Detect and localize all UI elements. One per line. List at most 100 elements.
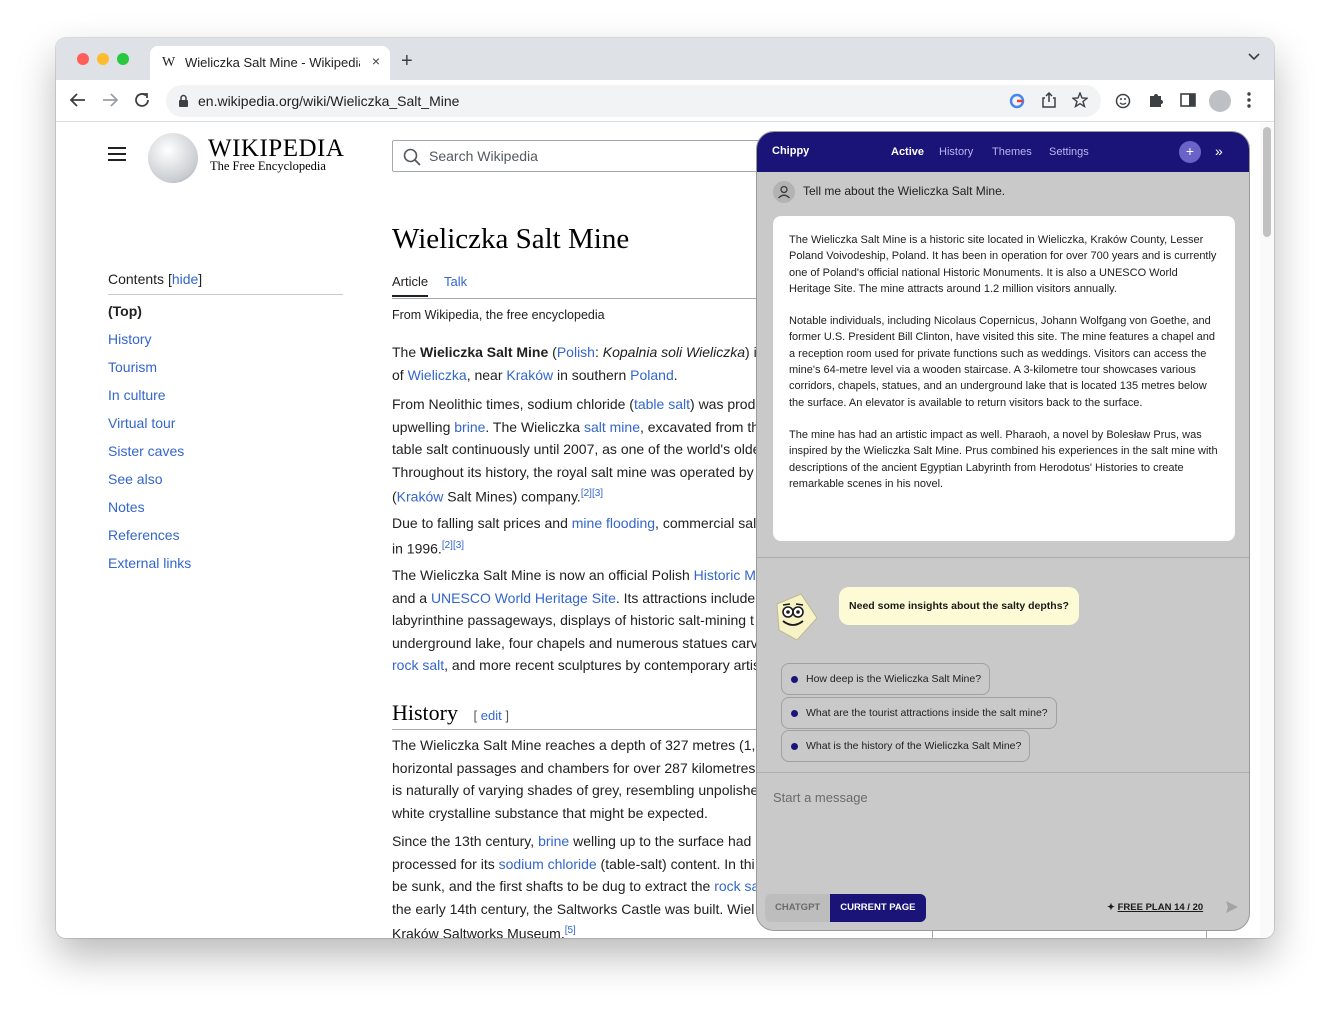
text: the early 14th century, the Saltworks Ca…: [392, 900, 755, 917]
toc-item-notes[interactable]: Notes: [108, 499, 343, 515]
user-avatar-icon: [773, 181, 795, 203]
toc-item-tourism[interactable]: Tourism: [108, 359, 343, 375]
table-salt-link[interactable]: table salt: [634, 396, 690, 412]
assistant-answer-card: The Wieliczka Salt Mine is a historic si…: [773, 216, 1235, 541]
share-icon[interactable]: [1042, 92, 1056, 108]
new-chat-plus-icon[interactable]: +: [1179, 141, 1201, 163]
address-bar[interactable]: en.wikipedia.org/wiki/Wieliczka_Salt_Min…: [166, 85, 1101, 117]
send-icon[interactable]: [1225, 900, 1239, 914]
polish-name: Kopalnia soli Wieliczka: [602, 344, 746, 360]
tab-strip: W Wieliczka Salt Mine - Wikipedia × +: [56, 38, 1274, 80]
text: , excavated from th: [639, 418, 760, 435]
wiki-search-input[interactable]: Search Wikipedia: [392, 140, 772, 172]
toc-label: Contents: [108, 271, 165, 287]
extensions-puzzle-icon[interactable]: [1147, 91, 1165, 109]
text: . Its attractions include: [615, 589, 756, 606]
toc-item-see-also[interactable]: See also: [108, 471, 343, 487]
browser-tab[interactable]: W Wieliczka Salt Mine - Wikipedia ×: [150, 46, 390, 80]
new-tab-icon[interactable]: +: [401, 50, 413, 73]
tab-themes[interactable]: Themes: [992, 146, 1032, 158]
scrollbar-thumb[interactable]: [1263, 127, 1271, 237]
close-window-button[interactable]: [77, 53, 89, 65]
text: (table-salt) content. In thi: [596, 855, 755, 872]
intro-paragraph-3: Due to falling salt prices and mine floo…: [392, 512, 772, 560]
unesco-link[interactable]: UNESCO World Heritage Site: [431, 590, 616, 606]
profile-avatar[interactable]: [1209, 90, 1231, 112]
rock-salt-link[interactable]: rock sa: [714, 878, 759, 894]
toc-hide-link[interactable]: hide: [172, 271, 198, 287]
collapse-panel-icon[interactable]: »: [1215, 143, 1223, 159]
side-panel-icon[interactable]: [1179, 91, 1197, 109]
polish-link[interactable]: Polish: [557, 344, 595, 360]
toc-item-top[interactable]: (Top): [108, 303, 343, 319]
tab-article[interactable]: Article: [392, 274, 429, 297]
intro-paragraph-1: The Wieliczka Salt Mine (Polish: Kopalni…: [392, 341, 772, 386]
message-input[interactable]: Start a message: [773, 790, 868, 805]
intro-paragraph-2: From Neolithic times, sodium chloride (t…: [392, 393, 772, 508]
rock-salt-link[interactable]: rock salt: [392, 657, 444, 673]
toc-item-history[interactable]: History: [108, 331, 343, 347]
tab-active[interactable]: Active: [891, 146, 924, 158]
google-icon[interactable]: [1009, 93, 1025, 109]
historic-monument-link[interactable]: Historic M: [694, 567, 756, 583]
reload-icon[interactable]: [133, 91, 151, 109]
edit-link[interactable]: edit: [481, 708, 502, 723]
toc-item-external-links[interactable]: External links: [108, 555, 343, 571]
citation-ref[interactable]: [5]: [565, 925, 576, 936]
mode-chatgpt-button[interactable]: CHATGPT: [765, 894, 831, 922]
edit-section: [ edit ]: [473, 708, 509, 723]
text: and a: [392, 589, 431, 606]
toc-item-virtual-tour[interactable]: Virtual tour: [108, 415, 343, 431]
krakow-link[interactable]: Kraków: [397, 489, 444, 505]
salt-mine-link[interactable]: salt mine: [584, 419, 640, 435]
lock-icon[interactable]: [178, 94, 189, 108]
text: (: [548, 344, 557, 360]
chippy-extension-icon[interactable]: [1114, 91, 1132, 109]
text: welling up to the surface had: [569, 833, 752, 849]
citation-ref[interactable]: [2][3]: [442, 540, 464, 551]
wieliczka-link[interactable]: Wieliczka: [408, 367, 467, 383]
toc-item-references[interactable]: References: [108, 527, 343, 543]
suggestion-chip-attractions[interactable]: What are the tourist attractions inside …: [781, 697, 1057, 729]
suggestion-chip-depth[interactable]: How deep is the Wieliczka Salt Mine?: [781, 663, 991, 695]
text: . The Wieliczka: [485, 418, 584, 435]
tab-talk[interactable]: Talk: [444, 274, 467, 289]
tab-search-chevron-icon[interactable]: [1248, 53, 1260, 61]
answer-paragraph: The Wieliczka Salt Mine is a historic si…: [789, 234, 1217, 295]
close-tab-icon[interactable]: ×: [372, 53, 380, 69]
back-arrow-icon[interactable]: [69, 91, 87, 109]
zoom-window-button[interactable]: [117, 53, 129, 65]
forward-arrow-icon[interactable]: [101, 91, 119, 109]
chippy-mascot-icon: [776, 593, 818, 641]
citation-ref[interactable]: [2][3]: [581, 488, 603, 499]
free-plan-link[interactable]: ✦ FREE PLAN 14 / 20: [1107, 902, 1203, 913]
browser-toolbar: en.wikipedia.org/wiki/Wieliczka_Salt_Min…: [56, 80, 1274, 122]
text: ) was prod: [690, 396, 756, 412]
mine-flooding-link[interactable]: mine flooding: [572, 515, 655, 531]
text: underground lake, four chapels and numer…: [392, 634, 758, 651]
tab-settings[interactable]: Settings: [1049, 146, 1089, 158]
tab-history[interactable]: History: [939, 146, 973, 158]
chippy-brand: Chippy: [772, 145, 810, 157]
text: white crystalline substance that might b…: [392, 804, 708, 821]
krakow-link[interactable]: Kraków: [506, 367, 553, 383]
chippy-header: Chippy Active History Themes Settings + …: [757, 132, 1249, 172]
browser-menu-icon[interactable]: [1246, 91, 1252, 109]
mode-current-page-button[interactable]: CURRENT PAGE: [830, 894, 926, 922]
brine-link[interactable]: brine: [538, 833, 569, 849]
bookmark-star-icon[interactable]: [1072, 92, 1088, 108]
text: Due to falling salt prices and: [392, 515, 572, 531]
url-text: en.wikipedia.org/wiki/Wieliczka_Salt_Min…: [198, 93, 460, 109]
tab-title: Wieliczka Salt Mine - Wikipedia: [185, 55, 360, 70]
suggestion-chip-history[interactable]: What is the history of the Wieliczka Sal…: [781, 730, 1031, 762]
wiki-menu-icon[interactable]: [108, 147, 126, 165]
poland-link[interactable]: Poland: [630, 367, 674, 383]
page-scrollbar[interactable]: [1260, 123, 1274, 938]
text: From Neolithic times, sodium chloride (: [392, 396, 634, 412]
minimize-window-button[interactable]: [97, 53, 109, 65]
sodium-chloride-link[interactable]: sodium chloride: [499, 856, 597, 872]
toc-item-in-culture[interactable]: In culture: [108, 387, 343, 403]
brine-link[interactable]: brine: [454, 419, 485, 435]
wikipedia-globe-logo[interactable]: [148, 133, 198, 183]
toc-item-sister-caves[interactable]: Sister caves: [108, 443, 343, 459]
